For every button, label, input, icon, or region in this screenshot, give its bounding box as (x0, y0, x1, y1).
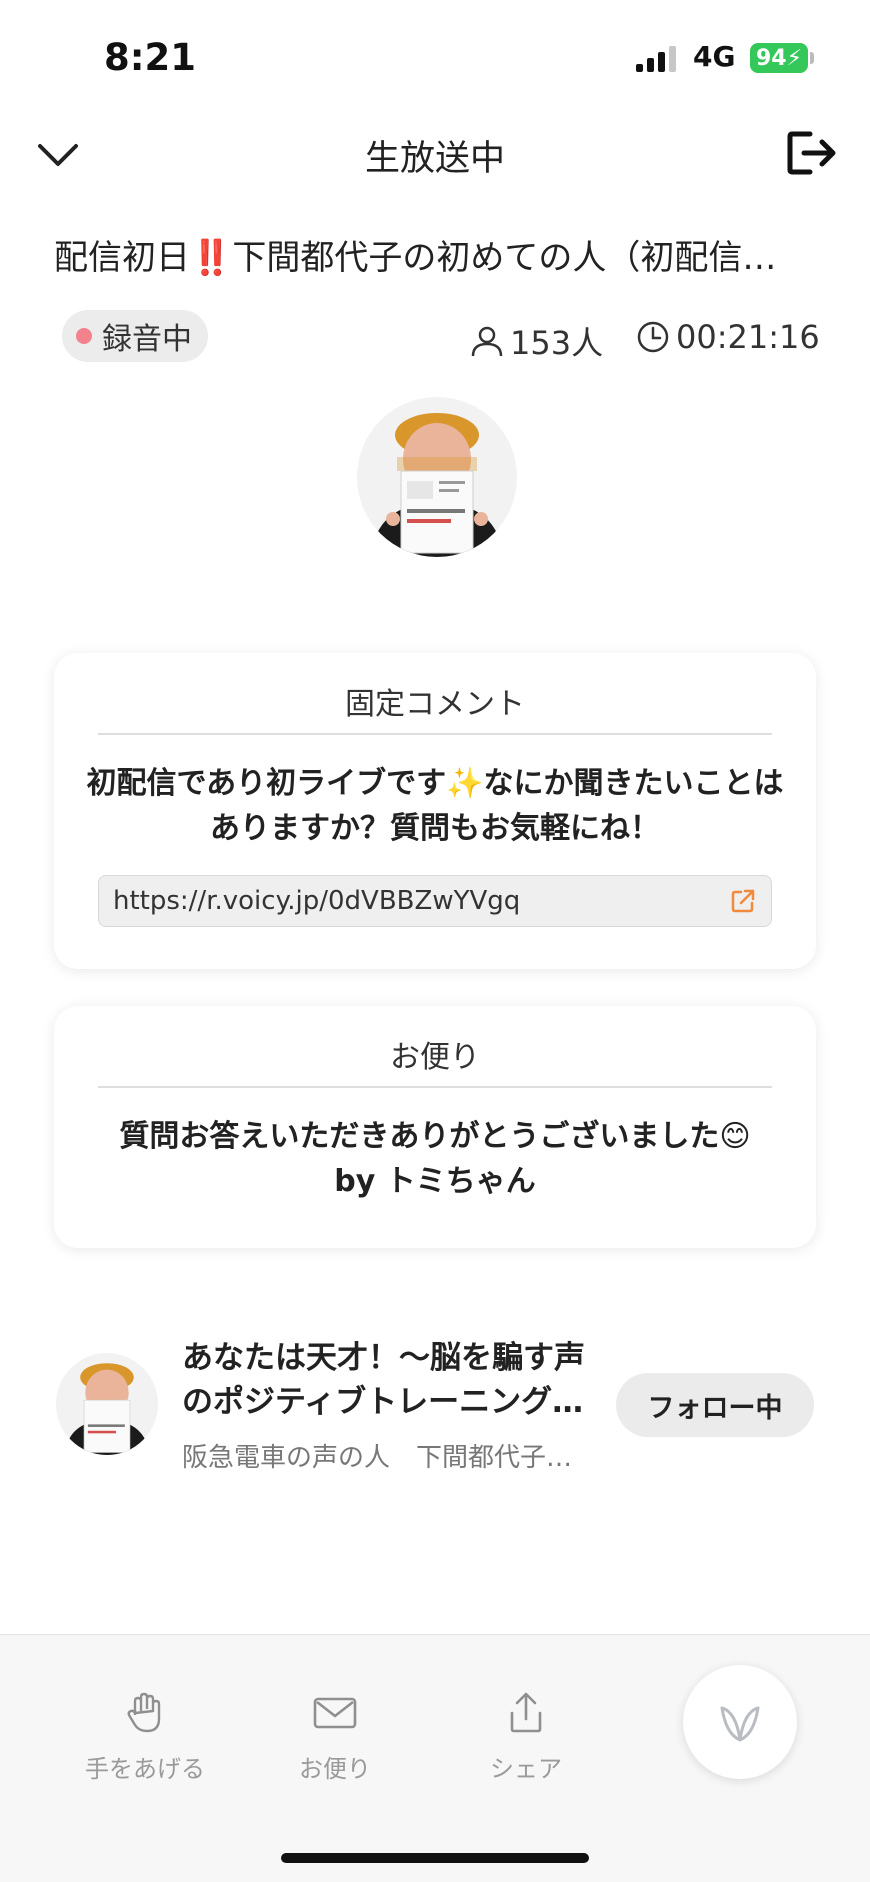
status-time: 8:21 (104, 36, 197, 79)
network-type: 4G (693, 40, 736, 73)
episode-title: 配信初日‼️下間都代子の初めての人（初配信… (54, 238, 777, 278)
person-icon (471, 326, 503, 357)
letter-body-line: 質問お答えいただきありがとうございました😊 (119, 1119, 751, 1154)
recording-badge: 録音中 (62, 310, 208, 362)
pinned-comment-link[interactable]: https://r.voicy.jp/0dVBBZwYVgq (98, 875, 772, 927)
listener-count: 153人 (470, 318, 603, 364)
charging-icon: ⚡ (786, 45, 803, 71)
battery-cap (810, 52, 814, 64)
recording-label: 録音中 (102, 322, 192, 357)
raise-hand-button[interactable]: 手をあげる (65, 1691, 225, 1784)
clock-icon (637, 321, 669, 353)
raise-hand-icon (127, 1692, 161, 1733)
listener-count-text: 153人 (510, 324, 604, 362)
exit-icon[interactable] (786, 130, 838, 176)
recording-dot (76, 328, 92, 344)
mail-icon (313, 1697, 357, 1729)
letter-label: お便り (299, 1755, 371, 1783)
follow-button[interactable]: フォロー中 (616, 1373, 814, 1437)
battery-indicator: 94 ⚡ (750, 43, 808, 73)
link-url: https://r.voicy.jp/0dVBBZwYVgq (113, 886, 521, 916)
header-title: 生放送中 (364, 139, 505, 179)
pinned-comment-card: 固定コメント 初配信であり初ライブです✨なにか聞きたいことはありますか？質問もお… (54, 653, 816, 969)
applause-button[interactable] (683, 1665, 797, 1779)
host-avatar[interactable] (357, 397, 517, 557)
divider (98, 733, 772, 735)
pinned-comment-heading: 固定コメント (345, 687, 525, 722)
external-link-icon (731, 889, 755, 913)
letter-button[interactable]: お便り (255, 1691, 415, 1784)
elapsed-time: 00:21:16 (636, 318, 820, 356)
share-label: シェア (490, 1755, 562, 1783)
letter-body: 質問お答えいただきありがとうございました😊 by トミちゃん (84, 1114, 786, 1204)
battery-level: 94 (755, 45, 787, 71)
channel-name[interactable]: あなたは天才！〜脳を騙す声のポジティブトレーニング… (182, 1336, 592, 1424)
letter-author: by トミちゃん (334, 1164, 536, 1199)
channel-avatar[interactable] (56, 1353, 158, 1455)
letter-heading: お便り (390, 1040, 480, 1075)
raise-hand-label: 手をあげる (85, 1755, 205, 1783)
divider (98, 1086, 772, 1088)
share-icon (510, 1692, 542, 1733)
letter-card: お便り 質問お答えいただきありがとうございました😊 by トミちゃん (54, 1006, 816, 1248)
home-indicator[interactable] (281, 1853, 589, 1863)
channel-subtitle: 阪急電車の声の人 下間都代子… (182, 1443, 573, 1473)
signal-strength-icon (636, 46, 676, 72)
share-button[interactable]: シェア (446, 1691, 606, 1784)
elapsed-time-text: 00:21:16 (676, 318, 820, 356)
leaf-icon (720, 1706, 760, 1742)
live-broadcast-screen: 8:21 4G 94 ⚡ 生放送中 配信初日‼️下間都代子の初めての人（初配信…… (0, 0, 870, 1882)
bottom-action-bar: 手をあげる お便り シェア (0, 1634, 870, 1882)
pinned-comment-body: 初配信であり初ライブです✨なにか聞きたいことはありますか？質問もお気軽にね！ (86, 766, 784, 846)
